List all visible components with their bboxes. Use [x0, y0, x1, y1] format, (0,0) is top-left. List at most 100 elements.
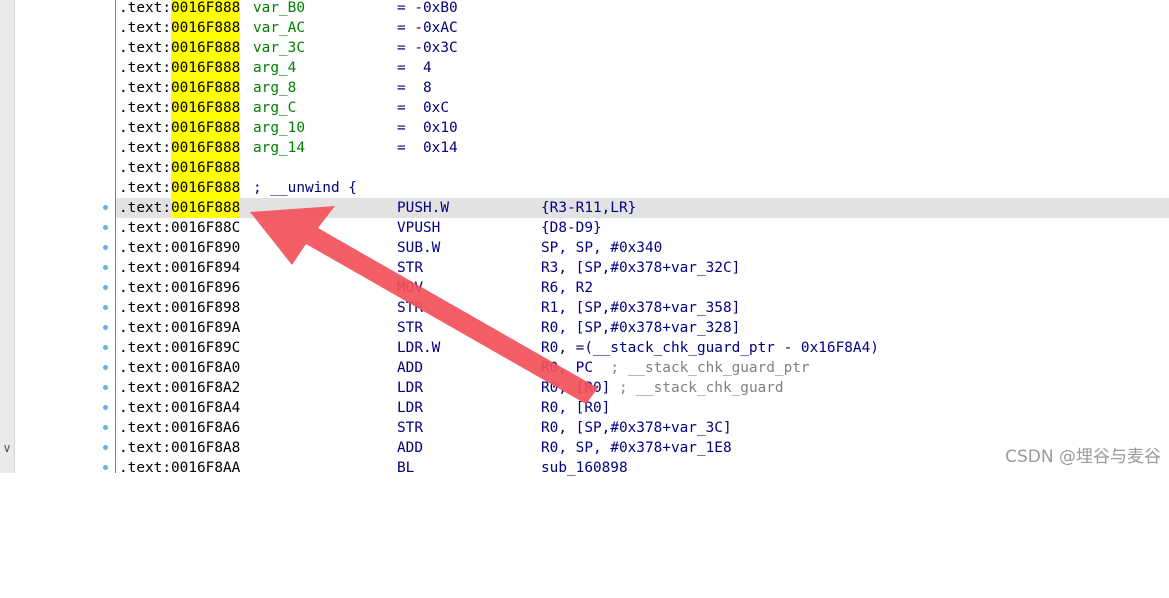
disasm-line[interactable]: .text: 0016F888 arg_4 = 4	[116, 58, 1169, 78]
address[interactable]: 0016F8AA	[171, 458, 240, 478]
operands[interactable]: R0, [R0]	[541, 380, 619, 396]
address[interactable]: 0016F888	[171, 98, 241, 118]
breakpoint-dot-icon[interactable]	[103, 225, 108, 230]
mnemonic[interactable]: PUSH.W	[397, 198, 449, 218]
address[interactable]: 0016F88C	[171, 218, 240, 238]
mnemonic[interactable]: MOV	[397, 278, 423, 298]
stack-var-name[interactable]: arg_4	[253, 58, 296, 78]
mnemonic[interactable]: VPUSH	[397, 218, 440, 238]
address[interactable]: 0016F896	[171, 278, 240, 298]
breakpoint-dot-icon[interactable]	[103, 265, 108, 270]
disasm-line[interactable]: .text: 0016F888 ; __unwind {	[116, 178, 1169, 198]
operands[interactable]: R0, [SP,#0x378+var_328]	[541, 318, 740, 338]
disasm-line[interactable]: .text: 0016F888 var_B0 = -0xB0	[116, 0, 1169, 18]
mnemonic[interactable]: SUB.W	[397, 238, 440, 258]
disasm-line[interactable]: .text: 0016F8A2 LDR R0, [R0] ; __stack_c…	[103, 378, 1169, 398]
disassembly-view[interactable]: .text: 0016F888 var_B0 = -0xB0 .text: 00…	[103, 0, 1169, 478]
mnemonic[interactable]: LDR	[397, 378, 423, 398]
disasm-line-current[interactable]: .text: 0016F888 PUSH.W {R3-R11,LR}	[103, 198, 1169, 218]
address[interactable]: 0016F888	[171, 18, 241, 38]
mnemonic[interactable]: LDR	[397, 398, 423, 418]
chevron-down-icon[interactable]: ∨	[1, 437, 13, 459]
mnemonic[interactable]: ADD	[397, 438, 423, 458]
disasm-line[interactable]: .text: 0016F888 arg_10 = 0x10	[116, 118, 1169, 138]
stack-var-name[interactable]: var_AC	[253, 18, 305, 38]
mnemonic[interactable]: LDR.W	[397, 338, 440, 358]
operands[interactable]: R0, =(__stack_chk_guard_ptr - 0x16F8A4)	[541, 338, 879, 358]
disasm-line[interactable]: .text: 0016F888 var_3C = -0x3C	[116, 38, 1169, 58]
disasm-line[interactable]: .text: 0016F890 SUB.W SP, SP, #0x340	[103, 238, 1169, 258]
operands[interactable]: R1, [SP,#0x378+var_358]	[541, 298, 740, 318]
breakpoint-dot-icon[interactable]	[103, 445, 108, 450]
disasm-line[interactable]: .text: 0016F8A6 STR R0, [SP,#0x378+var_3…	[103, 418, 1169, 438]
operands[interactable]: R3, [SP,#0x378+var_32C]	[541, 258, 740, 278]
operands[interactable]: R0, [R0]	[541, 398, 610, 418]
disasm-line[interactable]: .text: 0016F89A STR R0, [SP,#0x378+var_3…	[103, 318, 1169, 338]
disasm-line[interactable]: .text: 0016F898 STR R1, [SP,#0x378+var_3…	[103, 298, 1169, 318]
disasm-line[interactable]: .text: 0016F888 arg_C = 0xC	[116, 98, 1169, 118]
breakpoint-dot-icon[interactable]	[103, 345, 108, 350]
mnemonic[interactable]: STR	[397, 418, 423, 438]
breakpoint-dot-icon[interactable]	[103, 385, 108, 390]
operands[interactable]: R0, [SP,#0x378+var_3C]	[541, 418, 732, 438]
mnemonic[interactable]: BL	[397, 458, 414, 478]
operands[interactable]: R6, R2	[541, 278, 593, 298]
address[interactable]: 0016F8A2	[171, 378, 240, 398]
operands[interactable]: {D8-D9}	[541, 218, 602, 238]
operands[interactable]: R0, PC	[541, 360, 610, 376]
address[interactable]: 0016F888	[171, 138, 241, 158]
address[interactable]: 0016F8A6	[171, 418, 240, 438]
mnemonic[interactable]: ADD	[397, 358, 423, 378]
disasm-line[interactable]: .text: 0016F8A0 ADD R0, PC ; __stack_chk…	[103, 358, 1169, 378]
address[interactable]: 0016F8A8	[171, 438, 240, 458]
disasm-line[interactable]: .text: 0016F894 STR R3, [SP,#0x378+var_3…	[103, 258, 1169, 278]
breakpoint-dot-icon[interactable]	[103, 425, 108, 430]
stack-var-name[interactable]: arg_8	[253, 78, 296, 98]
address[interactable]: 0016F894	[171, 258, 240, 278]
breakpoint-dot-icon[interactable]	[103, 365, 108, 370]
address[interactable]: 0016F888	[171, 38, 241, 58]
disasm-line[interactable]: .text: 0016F888	[116, 158, 1169, 178]
address[interactable]: 0016F888	[171, 78, 241, 98]
breakpoint-dot-icon[interactable]	[103, 405, 108, 410]
disasm-line[interactable]: .text: 0016F888 var_AC = -0xAC	[116, 18, 1169, 38]
address[interactable]: 0016F888	[171, 58, 241, 78]
disasm-line[interactable]: .text: 0016F888 arg_14 = 0x14	[116, 138, 1169, 158]
address[interactable]: 0016F890	[171, 238, 240, 258]
operands[interactable]: sub_160898	[541, 458, 628, 478]
breakpoint-dot-icon[interactable]	[103, 465, 108, 470]
mnemonic[interactable]: STR	[397, 298, 423, 318]
stack-var-name[interactable]: arg_10	[253, 118, 305, 138]
breakpoint-dot-icon[interactable]	[103, 305, 108, 310]
address[interactable]: 0016F888	[171, 158, 241, 178]
breakpoint-dot-icon[interactable]	[103, 285, 108, 290]
address[interactable]: 0016F89A	[171, 318, 240, 338]
stack-var-name[interactable]: arg_14	[253, 138, 305, 158]
address[interactable]: 0016F8A4	[171, 398, 240, 418]
address[interactable]: 0016F888	[171, 198, 241, 218]
breakpoint-dot-icon[interactable]	[103, 325, 108, 330]
operands-with-comment[interactable]: R0, [R0] ; __stack_chk_guard	[541, 378, 784, 398]
breakpoint-dot-icon[interactable]	[103, 205, 108, 210]
breakpoint-dot-icon[interactable]	[103, 245, 108, 250]
address[interactable]: 0016F89C	[171, 338, 240, 358]
operands[interactable]: SP, SP, #0x340	[541, 238, 662, 258]
stack-var-name[interactable]: arg_C	[253, 98, 296, 118]
disasm-line[interactable]: .text: 0016F888 arg_8 = 8	[116, 78, 1169, 98]
operands-with-comment[interactable]: R0, PC ; __stack_chk_guard_ptr	[541, 358, 810, 378]
operands[interactable]: {R3-R11,LR}	[541, 198, 636, 218]
address[interactable]: 0016F888	[171, 118, 241, 138]
mnemonic[interactable]: STR	[397, 318, 423, 338]
address[interactable]: 0016F888	[171, 0, 241, 18]
mnemonic[interactable]: STR	[397, 258, 423, 278]
address[interactable]: 0016F888	[171, 178, 241, 198]
disasm-line[interactable]: .text: 0016F88C VPUSH {D8-D9}	[103, 218, 1169, 238]
disasm-line[interactable]: .text: 0016F89C LDR.W R0, =(__stack_chk_…	[103, 338, 1169, 358]
disasm-line[interactable]: .text: 0016F8A4 LDR R0, [R0]	[103, 398, 1169, 418]
address[interactable]: 0016F898	[171, 298, 240, 318]
operands[interactable]: R0, SP, #0x378+var_1E8	[541, 438, 732, 458]
disasm-line[interactable]: .text: 0016F896 MOV R6, R2	[103, 278, 1169, 298]
stack-var-name[interactable]: var_B0	[253, 0, 305, 18]
address[interactable]: 0016F8A0	[171, 358, 240, 378]
stack-var-name[interactable]: var_3C	[253, 38, 305, 58]
